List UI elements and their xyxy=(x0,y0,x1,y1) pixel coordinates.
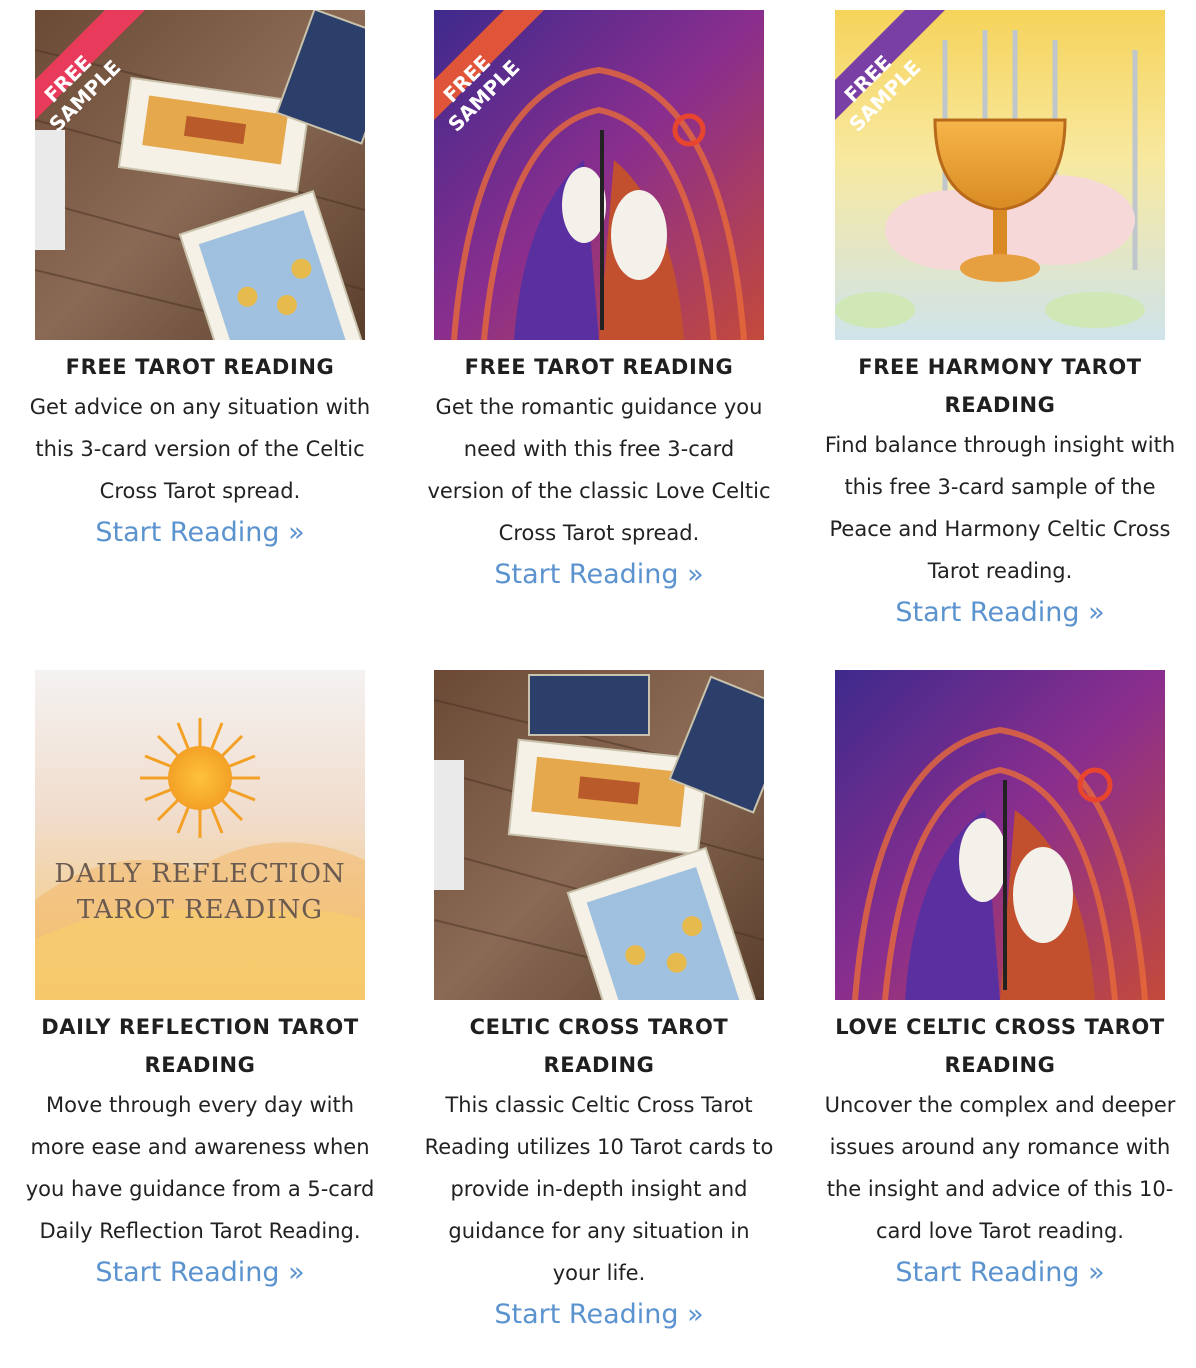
card-description: Get advice on any situation with this 3-… xyxy=(29,395,371,503)
card-title: LOVE CELTIC CROSS TAROT READING xyxy=(835,1015,1165,1077)
reading-card: CELTIC CROSS TAROT READING This classic … xyxy=(419,670,779,1334)
card-image-celtic-cross[interactable] xyxy=(434,670,764,1000)
reading-card: LOVE CELTIC CROSS TAROT READING Uncover … xyxy=(820,670,1180,1292)
card-title: CELTIC CROSS TAROT READING xyxy=(469,1015,729,1077)
card-title: FREE HARMONY TAROT READING xyxy=(858,355,1142,417)
card-description: Uncover the complex and deeper issues ar… xyxy=(824,1093,1176,1243)
start-reading-link[interactable]: Start Reading » xyxy=(895,1254,1104,1292)
card-image-lovers[interactable]: FREE SAMPLE xyxy=(434,10,764,340)
reading-card: FREE SAMPLE FREE TAROT READING Get the r… xyxy=(419,10,779,594)
sun-icon xyxy=(140,718,260,838)
card-image-daily-reflection[interactable]: DAILY REFLECTION TAROT READING xyxy=(35,670,365,1000)
card-title: FREE TAROT READING xyxy=(464,355,734,379)
card-description: Find balance through insight with this f… xyxy=(824,433,1176,583)
start-reading-link[interactable]: Start Reading » xyxy=(895,594,1104,632)
start-reading-link[interactable]: Start Reading » xyxy=(494,556,703,594)
card-description: Move through every day with more ease an… xyxy=(25,1093,375,1243)
card-description: This classic Celtic Cross Tarot Reading … xyxy=(424,1093,774,1285)
start-reading-link[interactable]: Start Reading » xyxy=(95,1254,304,1292)
start-reading-link[interactable]: Start Reading » xyxy=(95,514,304,552)
svg-text:TAROT READING: TAROT READING xyxy=(77,895,323,925)
card-image-love-celtic-cross[interactable] xyxy=(835,670,1165,1000)
card-description: Get the romantic guidance you need with … xyxy=(427,395,771,545)
card-image-chalice[interactable]: FREE SAMPLE xyxy=(835,10,1165,340)
reading-card: FREE SAMPLE FREE HARMONY TAROT READING F… xyxy=(820,10,1180,632)
card-title: DAILY REFLECTION TAROT READING xyxy=(41,1015,359,1077)
card-title: FREE TAROT READING xyxy=(65,355,335,379)
card-image-tarot-spread[interactable]: FREE SAMPLE xyxy=(35,10,365,340)
reading-card: FREE SAMPLE FREE TAROT READING Get advic… xyxy=(20,10,380,552)
start-reading-link[interactable]: Start Reading » xyxy=(494,1296,703,1334)
reading-card: DAILY REFLECTION TAROT READING DAILY REF… xyxy=(20,670,380,1292)
svg-text:DAILY REFLECTION: DAILY REFLECTION xyxy=(54,859,345,889)
